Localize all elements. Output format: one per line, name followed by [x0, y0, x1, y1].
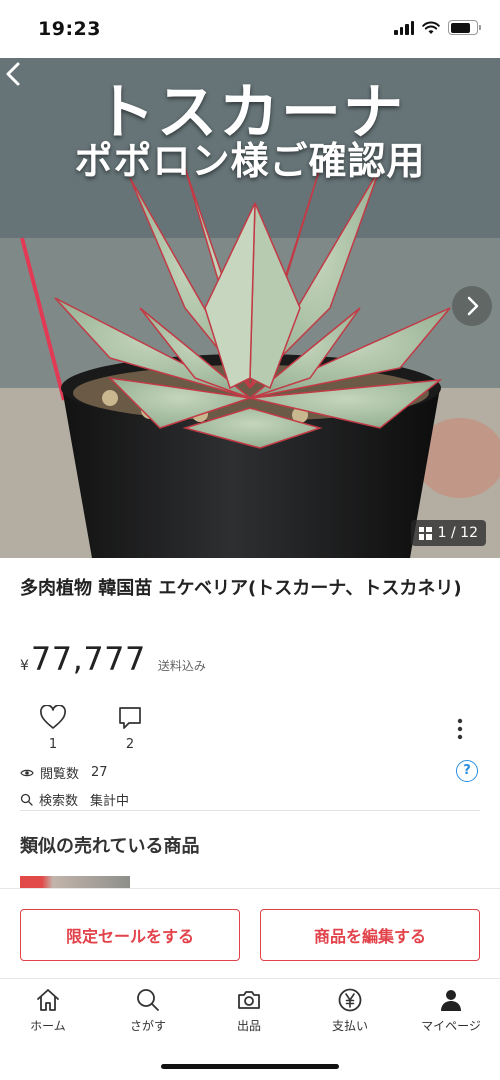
views-row: 閲覧数 27	[20, 763, 108, 782]
price-row: ¥ 77,777 送料込み	[20, 640, 206, 678]
views-value: 27	[91, 765, 108, 780]
like-count: 1	[48, 737, 58, 752]
heart-icon	[40, 705, 66, 729]
similar-items-title: 類似の売れている商品	[20, 836, 200, 857]
search-count-value: 集計中	[90, 794, 130, 809]
price: 77,777	[30, 640, 146, 678]
tab-sell-label: 出品	[236, 1019, 261, 1033]
like-button[interactable]: 1	[35, 705, 71, 752]
status-bar: 19:23	[0, 0, 500, 58]
currency-symbol: ¥	[20, 658, 29, 674]
search-count-label: 検索数	[39, 794, 79, 809]
magnifier-icon	[20, 793, 33, 806]
tab-sell[interactable]: 出品	[209, 987, 289, 1034]
comment-icon	[119, 707, 141, 729]
tab-search-label: さがす	[129, 1019, 166, 1033]
next-image-button[interactable]	[452, 286, 492, 326]
home-icon	[37, 989, 59, 1011]
eye-icon	[20, 769, 34, 776]
comment-button[interactable]: 2	[112, 705, 148, 752]
person-icon	[441, 990, 461, 1011]
product-image-carousel[interactable]: トスカーナ ポポロン様ご確認用 1 / 12	[0, 58, 500, 558]
bottom-action-bar: 限定セールをする 商品を編集する	[0, 888, 500, 978]
views-label: 閲覧数	[40, 767, 80, 782]
product-title: 多肉植物 韓国苗 エケベリア(トスカーナ、トスカネリ)	[20, 578, 462, 599]
limited-sale-button[interactable]: 限定セールをする	[20, 909, 240, 961]
page-counter-text: 1 / 12	[437, 525, 478, 541]
status-time: 19:23	[38, 18, 101, 40]
yen-icon	[338, 988, 362, 1012]
shipping-note: 送料込み	[157, 659, 206, 673]
home-indicator	[161, 1064, 339, 1069]
overlay-subtitle: ポポロン様ご確認用	[74, 139, 426, 183]
tab-home[interactable]: ホーム	[8, 987, 88, 1034]
grid-icon	[418, 526, 432, 540]
search-count-row: 検索数 集計中	[20, 790, 129, 809]
status-icons	[394, 20, 481, 35]
tab-home-label: ホーム	[30, 1019, 66, 1033]
chevron-right-icon	[467, 296, 479, 316]
divider	[20, 810, 480, 811]
signal-icon	[394, 20, 414, 35]
tab-search[interactable]: さがす	[108, 987, 188, 1034]
wifi-icon	[422, 21, 440, 34]
camera-icon	[238, 991, 260, 1009]
search-icon	[137, 989, 159, 1011]
image-page-counter: 1 / 12	[410, 520, 486, 546]
comment-count: 2	[125, 737, 135, 752]
help-icon[interactable]: ?	[456, 760, 478, 782]
battery-icon	[448, 20, 481, 35]
edit-item-button[interactable]: 商品を編集する	[260, 909, 480, 961]
more-options-icon[interactable]	[450, 716, 470, 742]
tab-payment-label: 支払い	[331, 1019, 368, 1033]
tab-mypage[interactable]: マイページ	[411, 987, 491, 1034]
tab-mypage-label: マイページ	[421, 1019, 481, 1033]
tab-payment[interactable]: 支払い	[310, 987, 390, 1034]
